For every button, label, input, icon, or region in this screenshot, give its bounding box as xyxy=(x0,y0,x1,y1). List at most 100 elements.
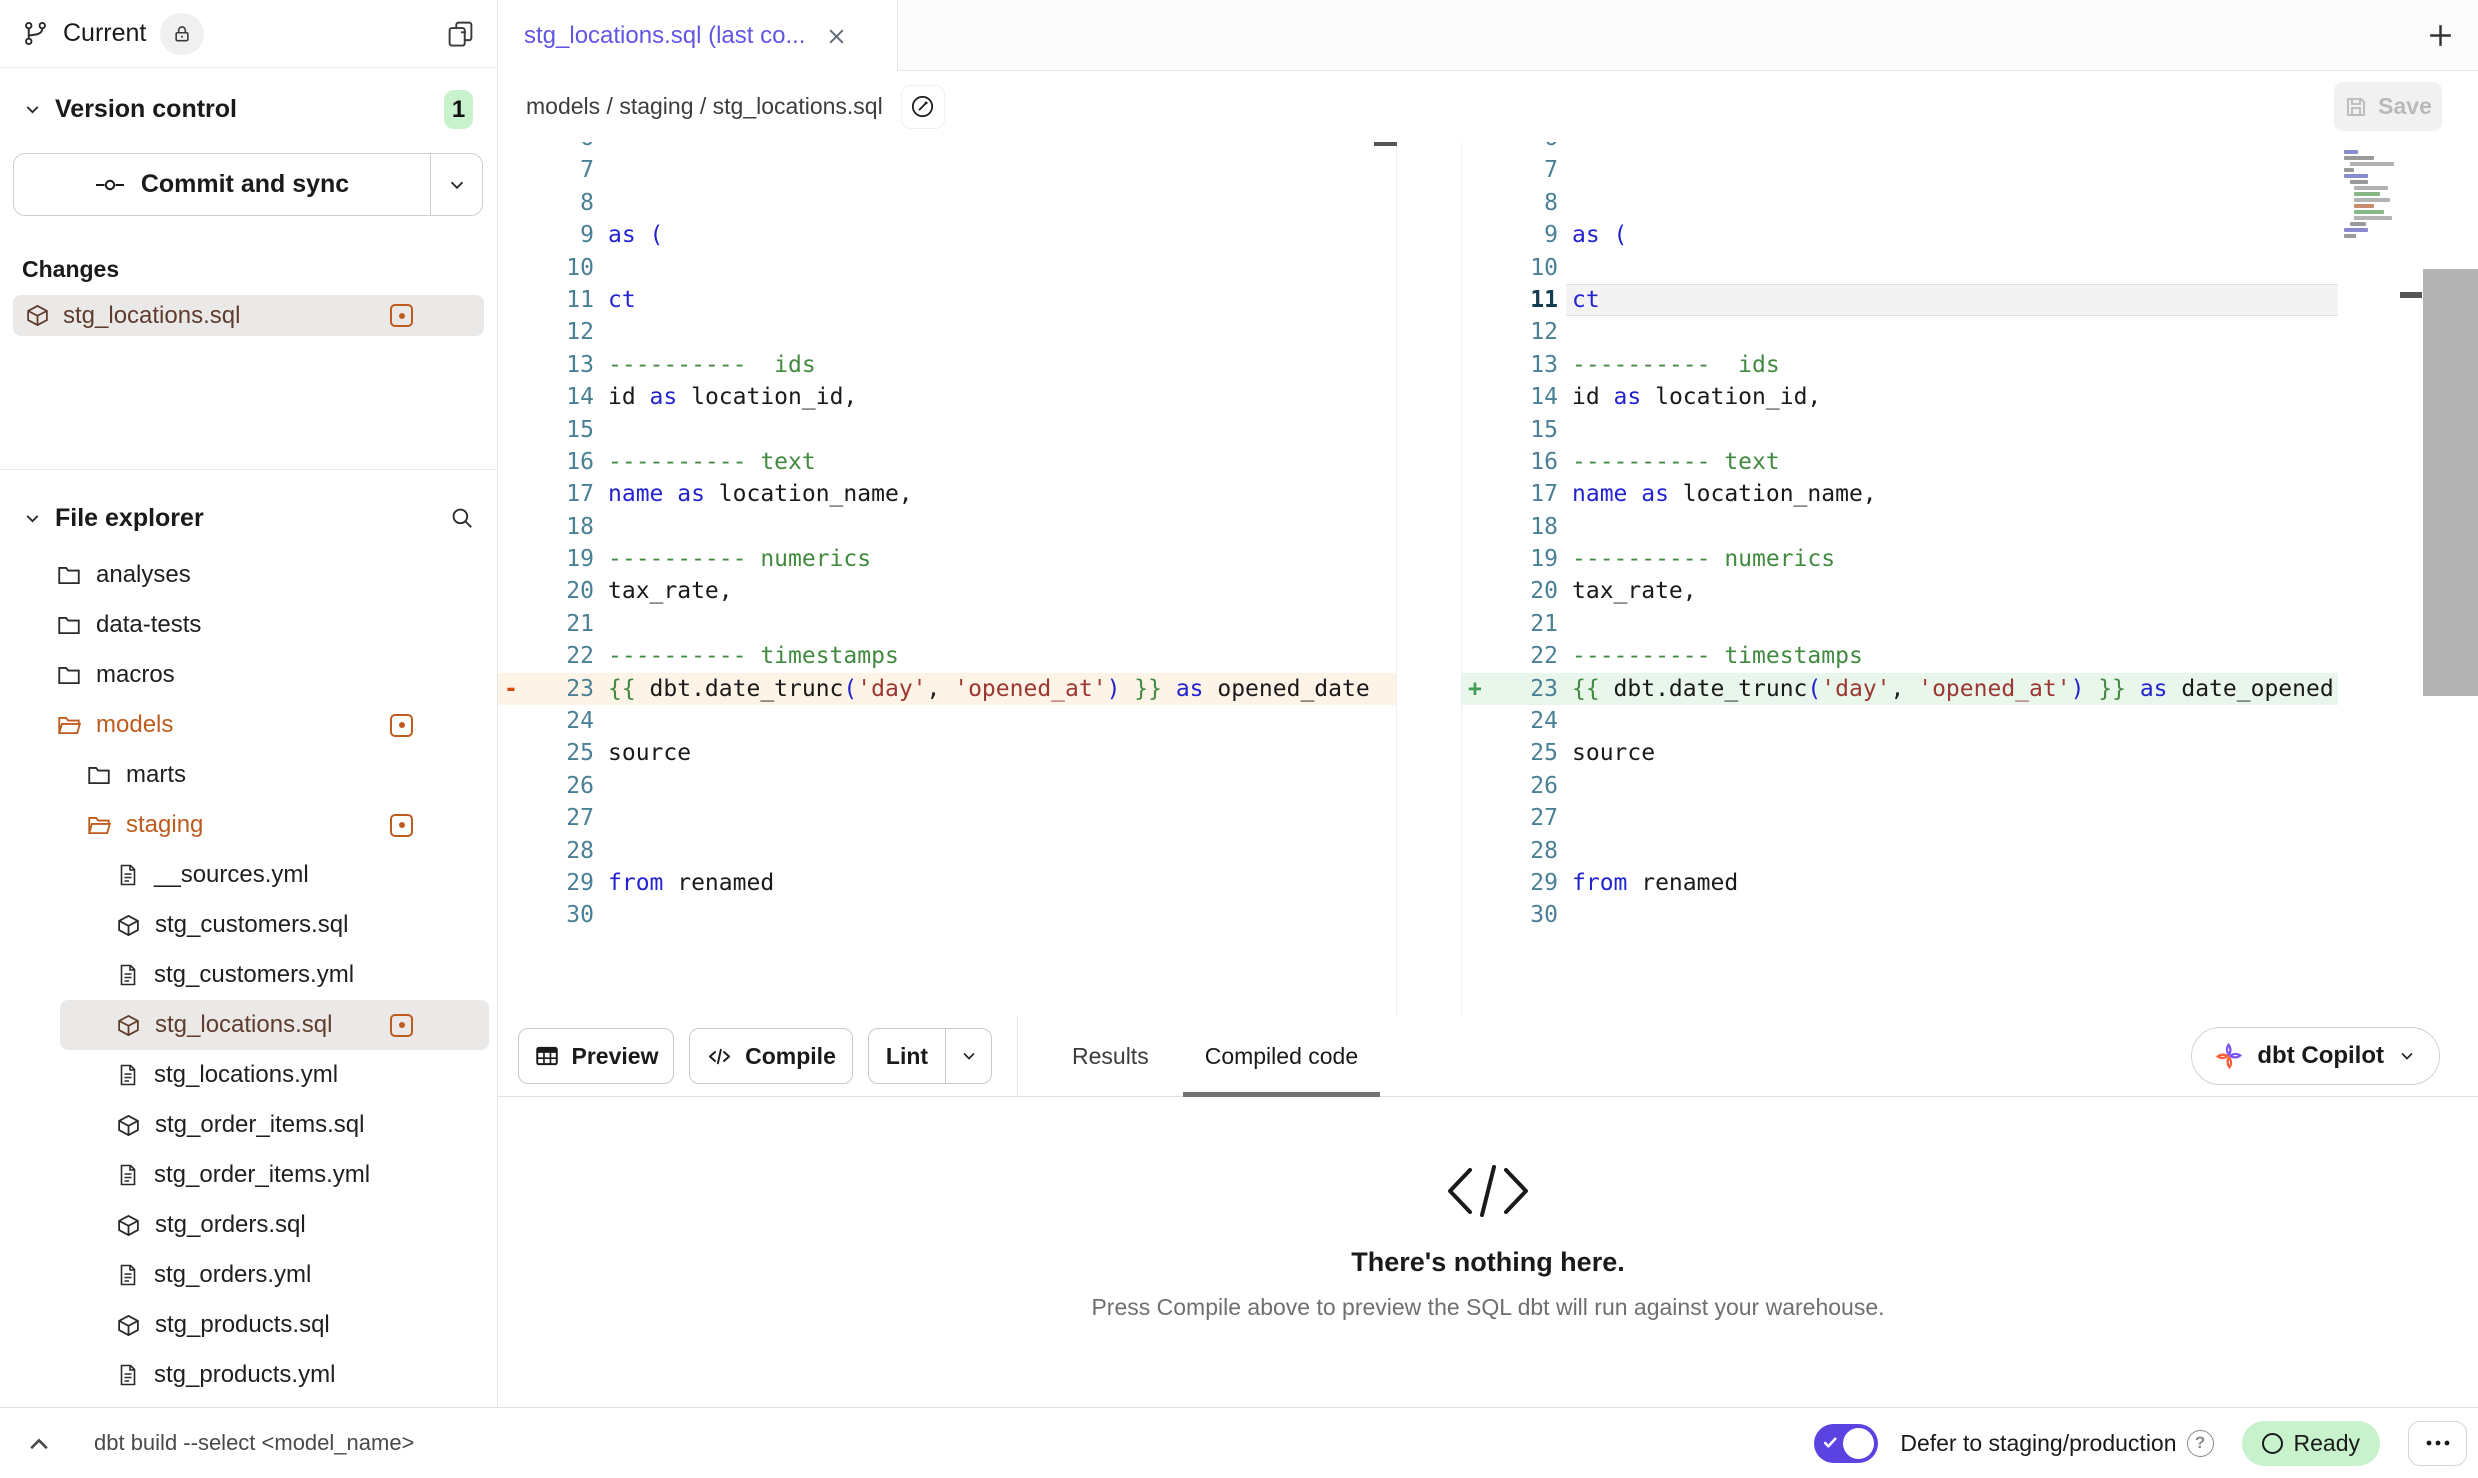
diff-marker xyxy=(498,640,524,672)
code-line-12: 12 xyxy=(1462,316,2338,348)
diff-marker xyxy=(1462,543,1488,575)
code-line-13: 13---------- ids xyxy=(498,349,1396,381)
build-command-text[interactable]: dbt build --select <model_name> xyxy=(94,1430,414,1456)
lint-button[interactable]: Lint xyxy=(869,1029,945,1083)
file-tree-item-macros[interactable]: macros xyxy=(0,650,497,700)
line-number: 8 xyxy=(524,187,594,219)
file-tree-item-stg-locations-yml[interactable]: stg_locations.yml xyxy=(0,1050,497,1100)
save-button[interactable]: Save xyxy=(2334,82,2442,131)
preview-button[interactable]: Preview xyxy=(518,1028,674,1084)
code-line-26: 26 xyxy=(498,770,1396,802)
line-number: 24 xyxy=(1488,705,1558,737)
file-tree-item-stg-locations-sql[interactable]: stg_locations.sql xyxy=(60,1000,489,1050)
code-line-6: 6 xyxy=(1462,142,2338,154)
code-line-22: 22---------- timestamps xyxy=(1462,640,2338,672)
line-number: 17 xyxy=(1488,478,1558,510)
file-tree-item-marts[interactable]: marts xyxy=(0,750,497,800)
code-text: name as location_name, xyxy=(1572,478,1877,510)
copy-branch-icon[interactable] xyxy=(446,19,475,48)
diff-marker xyxy=(498,219,524,251)
diff-marker xyxy=(498,414,524,446)
diff-pane-modified[interactable]: 6789as (1011ct1213---------- ids14id as … xyxy=(1461,142,2338,1016)
line-number: 6 xyxy=(524,142,594,154)
line-number: 7 xyxy=(524,154,594,186)
v-scrollbar-thumb[interactable] xyxy=(2423,269,2478,696)
code-line-7: 7 xyxy=(498,154,1396,186)
line-number: 17 xyxy=(524,478,594,510)
code-line-13: 13---------- ids xyxy=(1462,349,2338,381)
chevron-down-icon[interactable] xyxy=(22,508,43,529)
chevron-down-icon[interactable] xyxy=(22,99,43,120)
file-tree-item--sources-yml[interactable]: __sources.yml xyxy=(0,850,497,900)
line-number: 18 xyxy=(1488,511,1558,543)
file-tree-item-stg-products-sql[interactable]: stg_products.sql xyxy=(0,1300,497,1350)
code-text: ---------- text xyxy=(608,446,816,478)
h-scrollbar-thumb[interactable] xyxy=(2400,292,2422,298)
v-scrollbar[interactable] xyxy=(2423,142,2478,1016)
code-text: as ( xyxy=(1572,219,1627,251)
file-tree-item-models[interactable]: models xyxy=(0,700,497,750)
plus-icon[interactable] xyxy=(2425,20,2456,51)
code-line-18: 18 xyxy=(498,511,1396,543)
file-tree-item-stg-order-items-sql[interactable]: stg_order_items.sql xyxy=(0,1100,497,1150)
code-line-6: 6 xyxy=(498,142,1396,154)
app-window: Current xyxy=(0,0,2478,1407)
minimap-line xyxy=(2350,162,2394,166)
code-text: source xyxy=(608,737,691,769)
diff-marker xyxy=(1462,802,1488,834)
code-line-14: 14id as location_id, xyxy=(1462,381,2338,413)
commit-options-button[interactable] xyxy=(430,154,482,215)
file-tree-label: stg_locations.sql xyxy=(155,1011,332,1039)
diff-marker xyxy=(1462,511,1488,543)
minimap-line xyxy=(2354,198,2390,202)
minimap[interactable] xyxy=(2344,150,2392,240)
check-icon xyxy=(1822,1434,1839,1451)
more-options-button[interactable] xyxy=(2408,1421,2467,1466)
search-icon[interactable] xyxy=(449,505,475,531)
diff-marker xyxy=(498,446,524,478)
line-number: 21 xyxy=(1488,608,1558,640)
minimap-line xyxy=(2354,192,2380,196)
defer-toggle[interactable] xyxy=(1814,1424,1878,1463)
lineage-button[interactable] xyxy=(901,85,945,129)
save-icon xyxy=(2344,95,2368,119)
dbt-copilot-button[interactable]: dbt Copilot xyxy=(2191,1027,2440,1085)
diff-marker xyxy=(1462,737,1488,769)
diff-marker xyxy=(498,867,524,899)
diff-added-line: +23{{ dbt.date_trunc('day', 'opened_at')… xyxy=(1462,673,2338,705)
file-tree-item-analyses[interactable]: analyses xyxy=(0,550,497,600)
file-tree-item-stg-customers-yml[interactable]: stg_customers.yml xyxy=(0,950,497,1000)
tab-compiled-code[interactable]: Compiled code xyxy=(1177,1016,1386,1097)
file-tree-item-stg-customers-sql[interactable]: stg_customers.sql xyxy=(0,900,497,950)
changed-file-stg-locations[interactable]: stg_locations.sql xyxy=(13,295,484,336)
file-tree-item-data-tests[interactable]: data-tests xyxy=(0,600,497,650)
tab-results[interactable]: Results xyxy=(1044,1016,1177,1097)
diff-marker xyxy=(498,154,524,186)
diff-marker xyxy=(1462,705,1488,737)
help-icon[interactable]: ? xyxy=(2187,1430,2214,1457)
h-scrollbar-thumb[interactable] xyxy=(1374,142,1397,146)
code-text: source xyxy=(1572,737,1655,769)
tab-stg-locations[interactable]: stg_locations.sql (last co... xyxy=(498,0,898,72)
line-number: 26 xyxy=(524,770,594,802)
chevron-up-icon[interactable] xyxy=(26,1433,52,1453)
file-tree-item-stg-orders-yml[interactable]: stg_orders.yml xyxy=(0,1250,497,1300)
file-tree-item-staging[interactable]: staging xyxy=(0,800,497,850)
file-tree-label: stg_customers.yml xyxy=(154,961,354,989)
minimap-line xyxy=(2344,168,2354,172)
code-line-7: 7 xyxy=(1462,154,2338,186)
diff-marker xyxy=(498,187,524,219)
close-icon[interactable] xyxy=(827,27,846,46)
code-text: ---------- timestamps xyxy=(608,640,899,672)
file-tree-item-stg-orders-sql[interactable]: stg_orders.sql xyxy=(0,1200,497,1250)
file-tree-item-stg-products-yml[interactable]: stg_products.yml xyxy=(0,1350,497,1400)
lint-options-button[interactable] xyxy=(945,1029,991,1083)
code-text: from renamed xyxy=(1572,867,1738,899)
code-line-15: 15 xyxy=(498,414,1396,446)
compile-button[interactable]: Compile xyxy=(689,1028,853,1084)
file-tree-item-stg-order-items-yml[interactable]: stg_order_items.yml xyxy=(0,1150,497,1200)
commit-and-sync-button[interactable]: Commit and sync xyxy=(14,154,430,215)
model-cube-icon xyxy=(116,1213,141,1238)
diff-pane-original[interactable]: 6789as (1011ct1213---------- ids14id as … xyxy=(498,142,1397,1016)
code-line-14: 14id as location_id, xyxy=(498,381,1396,413)
